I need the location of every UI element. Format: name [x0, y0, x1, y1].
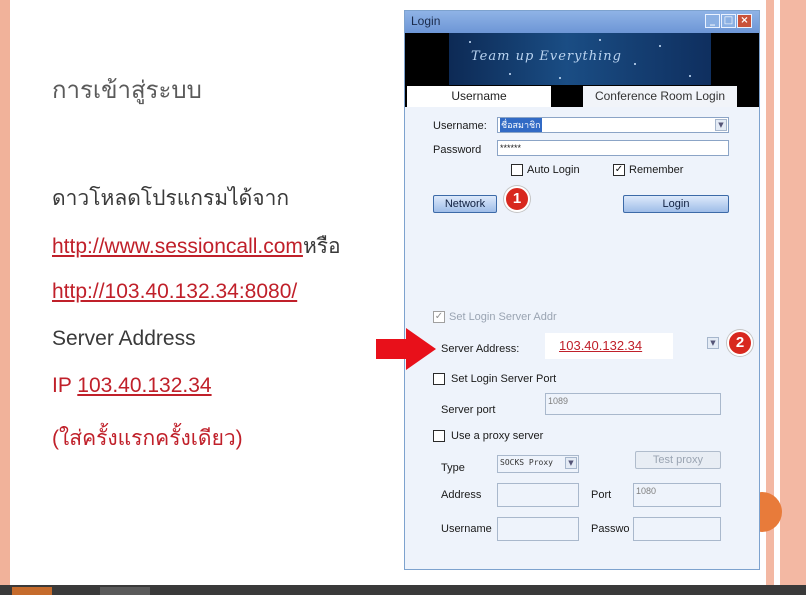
sessioncall-link[interactable]: http://www.sessioncall.com: [52, 235, 303, 258]
proxy-address-field[interactable]: [497, 483, 579, 507]
test-proxy-button[interactable]: Test proxy: [635, 451, 721, 469]
login-tabs: Username Conference Room Login: [405, 85, 759, 107]
proxy-password-field[interactable]: [633, 517, 721, 541]
remember-label: Remember: [629, 164, 684, 176]
tab-username[interactable]: Username: [407, 86, 551, 107]
ip-prefix: IP: [52, 374, 78, 397]
server-address-field[interactable]: 103.40.132.34: [545, 333, 673, 359]
banner-image: Team up Everything: [405, 33, 759, 85]
username-field[interactable]: ชื่อสมาชิก: [497, 117, 729, 133]
ip-link-line: http://103.40.132.34:8080/: [52, 280, 297, 304]
auto-login-label: Auto Login: [527, 164, 580, 176]
slide-title: การเข้าสู่ระบบ: [52, 77, 202, 104]
server-address-value: 103.40.132.34: [559, 338, 643, 353]
password-label: Password: [433, 144, 482, 156]
star-dot: [599, 39, 601, 41]
download-link-line: http://www.sessioncall.comหรือ: [52, 230, 341, 263]
proxy-port-label: Port: [591, 489, 612, 501]
login-button[interactable]: Login: [623, 195, 729, 213]
use-proxy-label: Use a proxy server: [451, 430, 544, 442]
proxy-address-label: Address: [441, 489, 482, 501]
server-port-field[interactable]: 1089: [545, 393, 721, 415]
slide-border-left: [0, 0, 10, 595]
type-label: Type: [441, 462, 465, 474]
star-dot: [634, 63, 636, 65]
star-dot: [659, 45, 661, 47]
window-title: Login: [411, 14, 441, 28]
star-dot: [509, 73, 511, 75]
login-window: Login _ □ × Team up Everything Username …: [404, 10, 760, 570]
window-titlebar[interactable]: Login _ □ ×: [405, 11, 759, 33]
step-badge-2: 2: [727, 330, 753, 356]
star-dot: [469, 41, 471, 43]
proxy-password-label: Passwo: [591, 523, 630, 535]
download-text: ดาวโหลดโปรแกรมได้จาก: [52, 187, 290, 210]
chevron-down-icon[interactable]: ▼: [715, 119, 727, 131]
minimize-icon[interactable]: _: [705, 14, 720, 28]
step-badge-1: 1: [504, 186, 530, 212]
proxy-port-field[interactable]: 1080: [633, 483, 721, 507]
chevron-down-icon[interactable]: ▼: [707, 337, 719, 349]
set-login-server-addr-checkbox[interactable]: ✓: [433, 311, 445, 323]
banner-text: Team up Everything: [471, 49, 622, 64]
first-time-note: (ใส่ครั้งแรกครั้งเดียว): [52, 427, 243, 450]
red-arrow-icon: [376, 328, 436, 370]
server-address-heading: Server Address: [52, 327, 196, 350]
taskbar: [0, 585, 806, 595]
close-icon[interactable]: ×: [737, 14, 752, 28]
proxy-username-label: Username: [441, 523, 492, 535]
tab-conference-room-login[interactable]: Conference Room Login: [583, 86, 737, 107]
server-address-label: Server Address:: [441, 343, 520, 355]
auto-login-checkbox[interactable]: [511, 164, 523, 176]
star-dot: [689, 75, 691, 77]
set-login-server-addr-label: Set Login Server Addr: [449, 311, 557, 323]
taskbar-item[interactable]: [12, 587, 52, 595]
ip-line: IP 103.40.132.34: [52, 374, 212, 398]
username-label: Username:: [433, 120, 487, 132]
taskbar-item[interactable]: [100, 587, 150, 595]
proxy-username-field[interactable]: [497, 517, 579, 541]
star-dot: [559, 77, 561, 79]
username-value: ชื่อสมาชิก: [500, 118, 542, 132]
set-login-server-port-label: Set Login Server Port: [451, 373, 557, 385]
maximize-icon[interactable]: □: [721, 14, 736, 28]
ip-download-link[interactable]: http://103.40.132.34:8080/: [52, 280, 297, 303]
password-field[interactable]: ******: [497, 140, 729, 156]
or-text: หรือ: [302, 235, 341, 258]
server-port-label: Server port: [441, 404, 496, 416]
chevron-down-icon[interactable]: ▼: [565, 457, 577, 469]
remember-checkbox[interactable]: ✓: [613, 164, 625, 176]
set-login-server-port-checkbox[interactable]: [433, 373, 445, 385]
use-proxy-checkbox[interactable]: [433, 430, 445, 442]
network-button[interactable]: Network: [433, 195, 497, 213]
ip-value: 103.40.132.34: [77, 374, 212, 397]
